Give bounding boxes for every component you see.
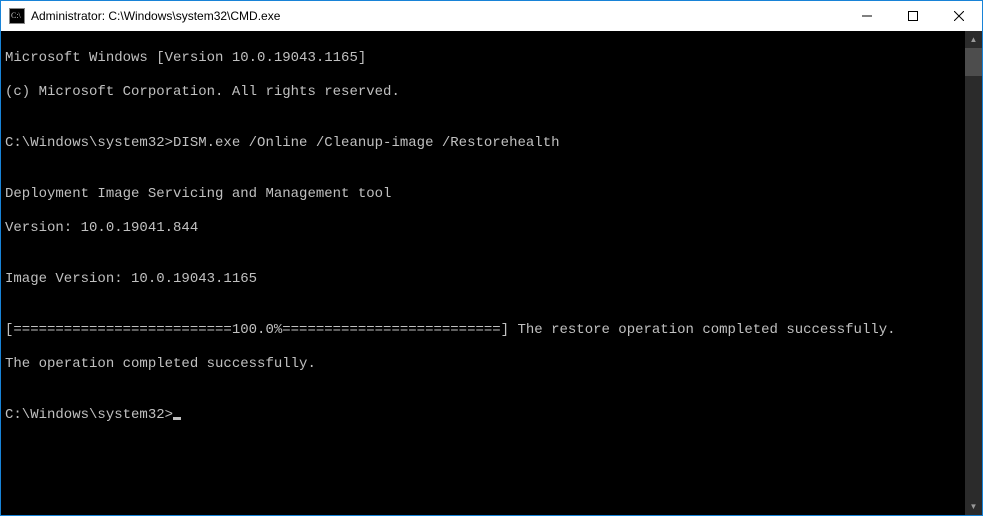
scroll-thumb[interactable]	[965, 48, 982, 76]
output-line: Version: 10.0.19041.844	[5, 220, 965, 237]
prompt-line: C:\Windows\system32>	[5, 407, 965, 424]
cmd-window: C:\ Administrator: C:\Windows\system32\C…	[0, 0, 983, 516]
output-line: [==========================100.0%=======…	[5, 322, 965, 339]
output-line: Image Version: 10.0.19043.1165	[5, 271, 965, 288]
prompt-text: C:\Windows\system32>	[5, 407, 173, 423]
titlebar-left: C:\ Administrator: C:\Windows\system32\C…	[1, 1, 280, 31]
scroll-up-icon[interactable]: ▲	[965, 31, 982, 48]
output-line: (c) Microsoft Corporation. All rights re…	[5, 84, 965, 101]
minimize-button[interactable]	[844, 1, 890, 31]
cmd-icon: C:\	[9, 8, 25, 24]
output-line: Microsoft Windows [Version 10.0.19043.11…	[5, 50, 965, 67]
svg-text:C:\: C:\	[11, 11, 22, 20]
output-line: C:\Windows\system32>DISM.exe /Online /Cl…	[5, 135, 965, 152]
vertical-scrollbar[interactable]: ▲ ▼	[965, 31, 982, 515]
titlebar[interactable]: C:\ Administrator: C:\Windows\system32\C…	[1, 1, 982, 31]
output-line: The operation completed successfully.	[5, 356, 965, 373]
terminal-output[interactable]: Microsoft Windows [Version 10.0.19043.11…	[1, 31, 965, 515]
output-line: Deployment Image Servicing and Managemen…	[5, 186, 965, 203]
maximize-button[interactable]	[890, 1, 936, 31]
window-title: Administrator: C:\Windows\system32\CMD.e…	[31, 1, 280, 31]
close-button[interactable]	[936, 1, 982, 31]
client-area: Microsoft Windows [Version 10.0.19043.11…	[1, 31, 982, 515]
window-controls	[844, 1, 982, 31]
cursor	[173, 417, 181, 420]
scroll-down-icon[interactable]: ▼	[965, 498, 982, 515]
